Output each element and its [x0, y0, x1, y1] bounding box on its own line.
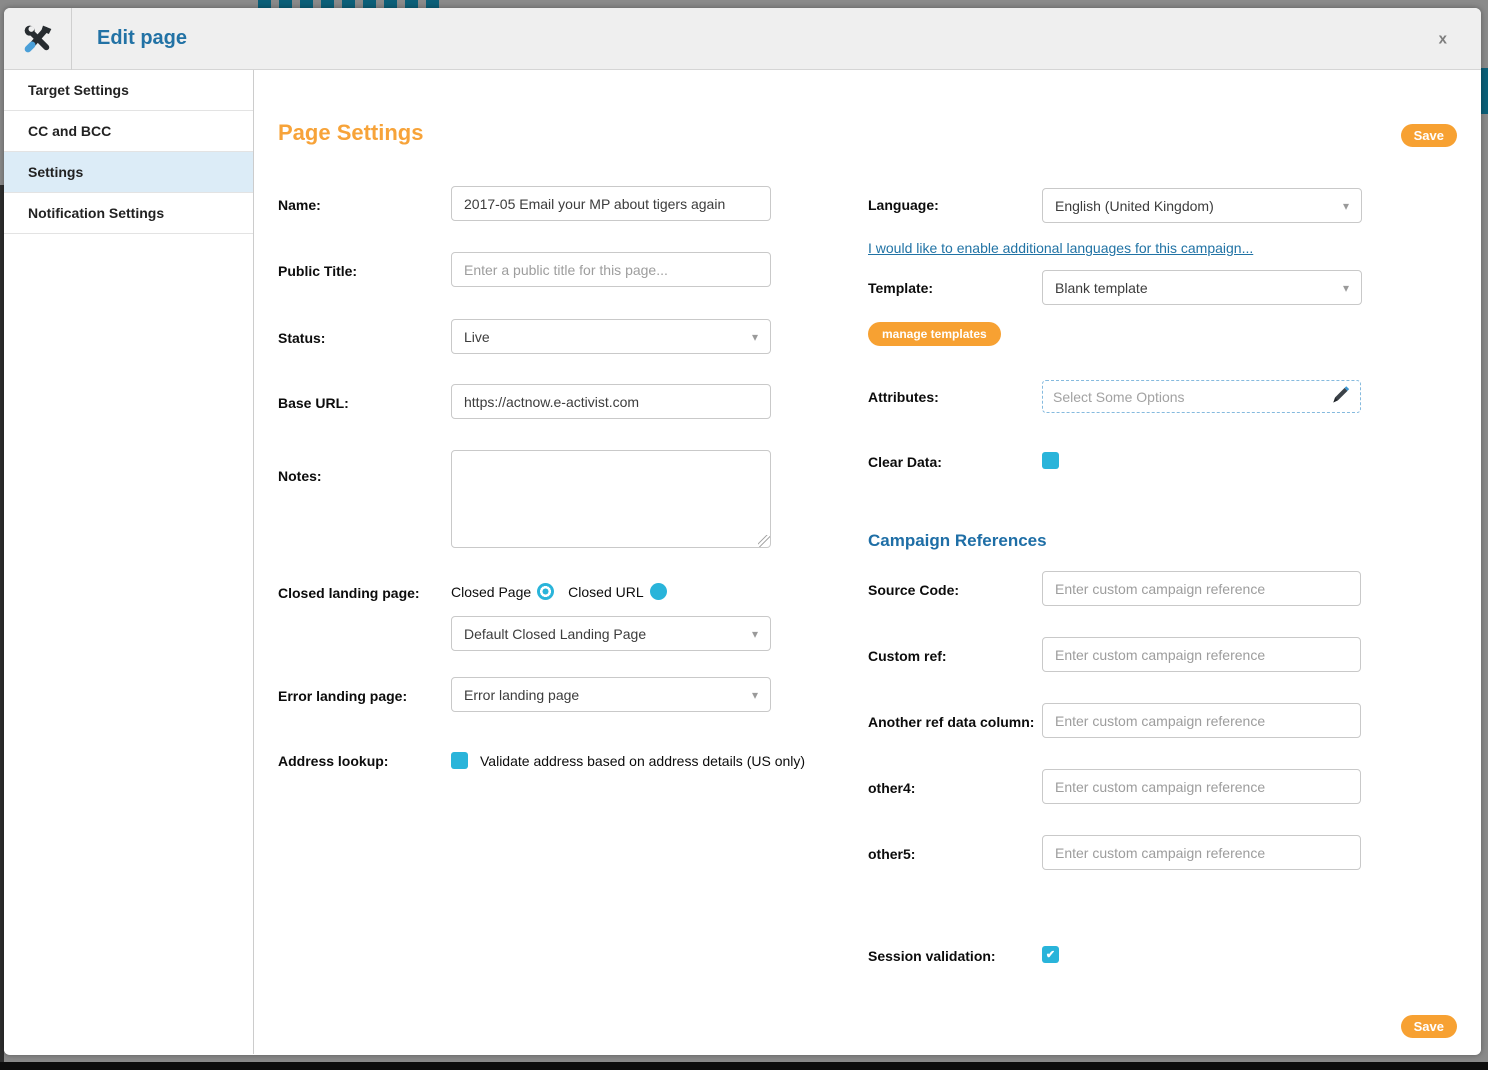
- language-select-value: English (United Kingdom): [1055, 198, 1214, 214]
- custom-ref-input[interactable]: [1042, 637, 1361, 672]
- status-label: Status:: [278, 329, 325, 347]
- background-bottom-bar: [0, 1062, 1488, 1070]
- session-validation-checkbox[interactable]: [1042, 946, 1059, 963]
- base-url-label: Base URL:: [278, 394, 349, 412]
- error-landing-label: Error landing page:: [278, 687, 407, 705]
- error-landing-select[interactable]: Error landing page ▾: [451, 677, 771, 712]
- status-select-value: Live: [464, 329, 490, 345]
- base-url-input[interactable]: [451, 384, 771, 419]
- save-button-top[interactable]: Save: [1401, 124, 1457, 147]
- another-ref-input[interactable]: [1042, 703, 1361, 738]
- edit-page-modal: Edit page x Target Settings CC and BCC S…: [4, 8, 1481, 1055]
- closed-landing-select-value: Default Closed Landing Page: [464, 626, 646, 642]
- sidebar-item-notification-settings[interactable]: Notification Settings: [4, 193, 253, 234]
- template-select-value: Blank template: [1055, 280, 1148, 296]
- enable-languages-link[interactable]: I would like to enable additional langua…: [868, 240, 1253, 256]
- closed-url-radio[interactable]: [650, 583, 667, 600]
- closed-page-radio-label: Closed Page: [451, 584, 531, 600]
- background-right-strip: [1481, 0, 1488, 1070]
- manage-templates-button[interactable]: manage templates: [868, 322, 1001, 346]
- notes-textarea[interactable]: [451, 450, 771, 548]
- chevron-down-icon: ▾: [1343, 281, 1349, 295]
- other5-input[interactable]: [1042, 835, 1361, 870]
- sidebar-item-target-settings[interactable]: Target Settings: [4, 70, 253, 111]
- modal-header: Edit page x: [4, 8, 1481, 70]
- source-code-label: Source Code:: [868, 581, 959, 599]
- clear-data-checkbox[interactable]: [1042, 452, 1059, 469]
- source-code-input[interactable]: [1042, 571, 1361, 606]
- sidebar: Target Settings CC and BCC Settings Noti…: [4, 70, 254, 1054]
- page-title: Page Settings: [278, 120, 423, 146]
- address-lookup-label: Address lookup:: [278, 752, 388, 770]
- save-button-bottom[interactable]: Save: [1401, 1015, 1457, 1038]
- chevron-down-icon: ▾: [752, 627, 758, 641]
- sidebar-item-settings[interactable]: Settings: [4, 152, 253, 193]
- chevron-down-icon: ▾: [752, 688, 758, 702]
- tools-icon: [4, 8, 72, 70]
- chevron-down-icon: ▾: [1343, 199, 1349, 213]
- pencil-icon[interactable]: [1330, 385, 1350, 408]
- background-right-teal-block: [1481, 68, 1488, 114]
- language-label: Language:: [868, 196, 939, 214]
- campaign-references-heading: Campaign References: [868, 531, 1047, 551]
- name-label: Name:: [278, 196, 321, 214]
- public-title-label: Public Title:: [278, 262, 357, 280]
- chevron-down-icon: ▾: [752, 330, 758, 344]
- custom-ref-label: Custom ref:: [868, 647, 947, 665]
- template-label: Template:: [868, 279, 933, 297]
- clear-data-label: Clear Data:: [868, 453, 942, 471]
- sidebar-item-cc-and-bcc[interactable]: CC and BCC: [4, 111, 253, 152]
- template-select[interactable]: Blank template ▾: [1042, 270, 1362, 305]
- address-lookup-checkbox-label: Validate address based on address detail…: [480, 753, 805, 769]
- name-input[interactable]: [451, 186, 771, 221]
- attributes-placeholder: Select Some Options: [1053, 389, 1185, 405]
- other5-label: other5:: [868, 845, 915, 863]
- address-lookup-checkbox[interactable]: [451, 752, 468, 769]
- status-select[interactable]: Live ▾: [451, 319, 771, 354]
- notes-label: Notes:: [278, 467, 322, 485]
- closed-landing-radio-group: Closed Page Closed URL: [451, 583, 667, 600]
- attributes-multiselect[interactable]: Select Some Options: [1042, 380, 1361, 413]
- modal-title: Edit page: [72, 27, 187, 50]
- closed-url-radio-label: Closed URL: [568, 584, 643, 600]
- close-icon[interactable]: x: [1439, 30, 1447, 47]
- background-page-clipped-logo: [258, 0, 443, 8]
- other4-label: other4:: [868, 779, 915, 797]
- attributes-label: Attributes:: [868, 388, 939, 406]
- closed-landing-label: Closed landing page:: [278, 584, 420, 602]
- other4-input[interactable]: [1042, 769, 1361, 804]
- closed-landing-select[interactable]: Default Closed Landing Page ▾: [451, 616, 771, 651]
- error-landing-select-value: Error landing page: [464, 687, 579, 703]
- closed-page-radio[interactable]: [537, 583, 554, 600]
- language-select[interactable]: English (United Kingdom) ▾: [1042, 188, 1362, 223]
- public-title-input[interactable]: [451, 252, 771, 287]
- another-ref-label: Another ref data column:: [868, 713, 1034, 731]
- modal-body: Target Settings CC and BCC Settings Noti…: [4, 70, 1481, 1054]
- session-validation-label: Session validation:: [868, 947, 996, 965]
